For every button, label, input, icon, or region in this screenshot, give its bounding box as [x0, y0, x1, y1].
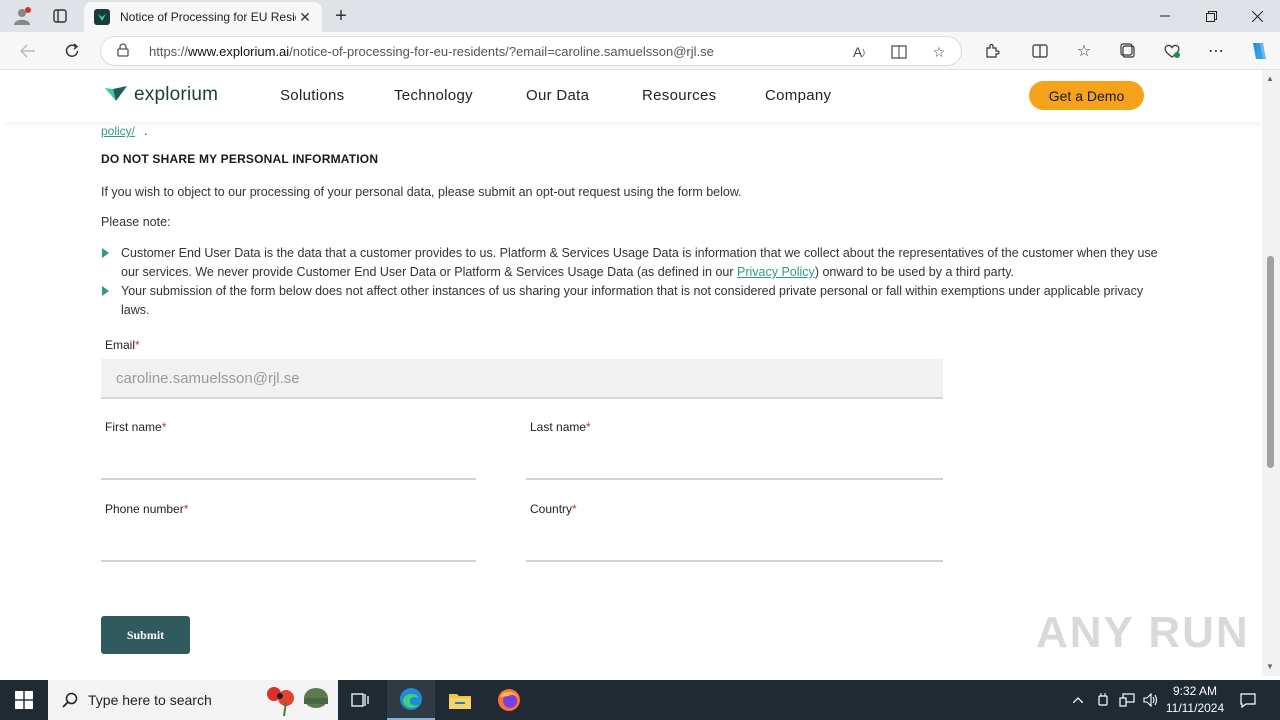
file-explorer-icon[interactable] — [436, 680, 484, 720]
phone-field[interactable] — [101, 528, 476, 562]
url-text: https://www.explorium.ai/notice-of-proce… — [149, 43, 714, 59]
tray-device-icon[interactable] — [1092, 680, 1114, 720]
list-item: Customer End User Data is the data that … — [101, 244, 1171, 282]
nav-solutions[interactable]: Solutions — [280, 87, 344, 104]
close-window-icon[interactable] — [1234, 0, 1280, 32]
split-screen-icon[interactable] — [1028, 40, 1052, 62]
nav-resources[interactable]: Resources — [642, 87, 716, 104]
section-heading: DO NOT SHARE MY PERSONAL INFORMATION — [101, 152, 379, 166]
last-name-label: Last name* — [530, 420, 591, 434]
explorium-favicon-icon — [94, 9, 110, 25]
scroll-up-icon[interactable]: ▲ — [1266, 74, 1274, 83]
email-label: Email* — [105, 338, 140, 352]
tab-title: Notice of Processing for EU Resid — [120, 10, 296, 24]
minimize-icon[interactable] — [1142, 0, 1188, 32]
task-view-icon[interactable] — [336, 680, 384, 720]
search-placeholder: Type here to search — [88, 692, 212, 708]
bullet-triangle-icon — [102, 286, 109, 296]
first-name-label: First name* — [105, 420, 167, 434]
copilot-icon[interactable] — [1245, 39, 1271, 63]
tab-actions-icon[interactable] — [48, 6, 72, 26]
explorium-logo-icon — [105, 86, 127, 101]
edge-taskbar-icon[interactable] — [387, 680, 435, 720]
phone-label: Phone number* — [105, 502, 189, 516]
browser-tab-bar: Notice of Processing for EU Resid ✕ + — [0, 0, 1280, 32]
favorite-star-icon[interactable]: ☆ — [925, 37, 953, 67]
page-scrollbar[interactable]: ▲ ▼ — [1262, 70, 1280, 676]
nav-our-data[interactable]: Our Data — [526, 87, 589, 104]
settings-more-icon[interactable]: ⋯ — [1204, 40, 1228, 62]
lock-icon[interactable] — [117, 42, 139, 60]
explorium-logo[interactable]: explorium — [104, 83, 218, 107]
notifications-icon[interactable] — [1234, 680, 1262, 720]
taskbar-clock[interactable]: 9:32 AM 11/11/2024 — [1160, 683, 1230, 717]
windows-taskbar: Type here to search 9:32 AM 11/11/2024 — [0, 680, 1280, 720]
restore-icon[interactable] — [1188, 0, 1234, 32]
address-toolbar: https://www.explorium.ai/notice-of-proce… — [0, 32, 1280, 70]
policy-link-fragment[interactable]: policy/ — [101, 124, 135, 138]
search-icon — [62, 692, 78, 708]
close-tab-icon[interactable]: ✕ — [296, 9, 314, 26]
read-aloud-icon[interactable]: A) — [845, 37, 873, 67]
clock-date: 11/11/2024 — [1165, 701, 1225, 715]
anyrun-watermark: ANY RUN — [1036, 608, 1250, 657]
taskbar-search[interactable]: Type here to search — [48, 680, 338, 720]
country-field[interactable] — [526, 528, 943, 562]
note-label: Please note: — [101, 215, 171, 229]
new-tab-icon[interactable]: + — [330, 4, 352, 28]
last-name-field[interactable] — [526, 446, 943, 480]
volume-icon[interactable] — [1140, 680, 1162, 720]
get-demo-button[interactable]: Get a Demo — [1029, 81, 1144, 110]
clock-time: 9:32 AM — [1172, 684, 1218, 698]
tray-overflow-icon[interactable] — [1068, 680, 1088, 720]
network-icon[interactable] — [1116, 680, 1138, 720]
submit-button[interactable]: Submit — [101, 616, 190, 654]
list-item: Your submission of the form below does n… — [101, 282, 1171, 320]
collections-icon[interactable] — [1116, 40, 1140, 62]
windows-start-icon[interactable] — [0, 680, 48, 720]
nav-technology[interactable]: Technology — [394, 87, 473, 104]
notes-list: Customer End User Data is the data that … — [101, 244, 1171, 320]
immersive-reader-icon[interactable] — [885, 37, 913, 67]
email-field[interactable] — [101, 359, 943, 399]
scrollbar-thumb[interactable] — [1267, 256, 1274, 468]
link-fragment-tail: . — [144, 124, 148, 138]
web-page: explorium Solutions Technology Our Data … — [4, 70, 1262, 676]
refresh-icon[interactable] — [60, 40, 84, 62]
favorites-icon[interactable]: ☆ — [1072, 40, 1096, 62]
search-highlight-icon — [267, 687, 328, 717]
country-label: Country* — [530, 502, 577, 516]
firefox-icon[interactable] — [485, 680, 533, 720]
scroll-down-icon[interactable]: ▼ — [1266, 662, 1274, 671]
site-header: explorium Solutions Technology Our Data … — [4, 70, 1262, 122]
nav-company[interactable]: Company — [765, 87, 831, 104]
intro-paragraph: If you wish to object to our processing … — [101, 185, 742, 199]
browser-essentials-icon[interactable] — [1160, 40, 1184, 62]
active-tab[interactable]: Notice of Processing for EU Resid ✕ — [84, 2, 322, 32]
privacy-policy-link[interactable]: Privacy Policy — [737, 265, 815, 279]
profile-icon[interactable] — [10, 6, 34, 26]
address-bar[interactable]: https://www.explorium.ai/notice-of-proce… — [100, 36, 962, 66]
bullet-triangle-icon — [102, 248, 109, 258]
back-icon[interactable] — [16, 40, 40, 62]
logo-text: explorium — [134, 84, 219, 105]
extensions-icon[interactable] — [980, 40, 1004, 62]
first-name-field[interactable] — [101, 446, 476, 480]
